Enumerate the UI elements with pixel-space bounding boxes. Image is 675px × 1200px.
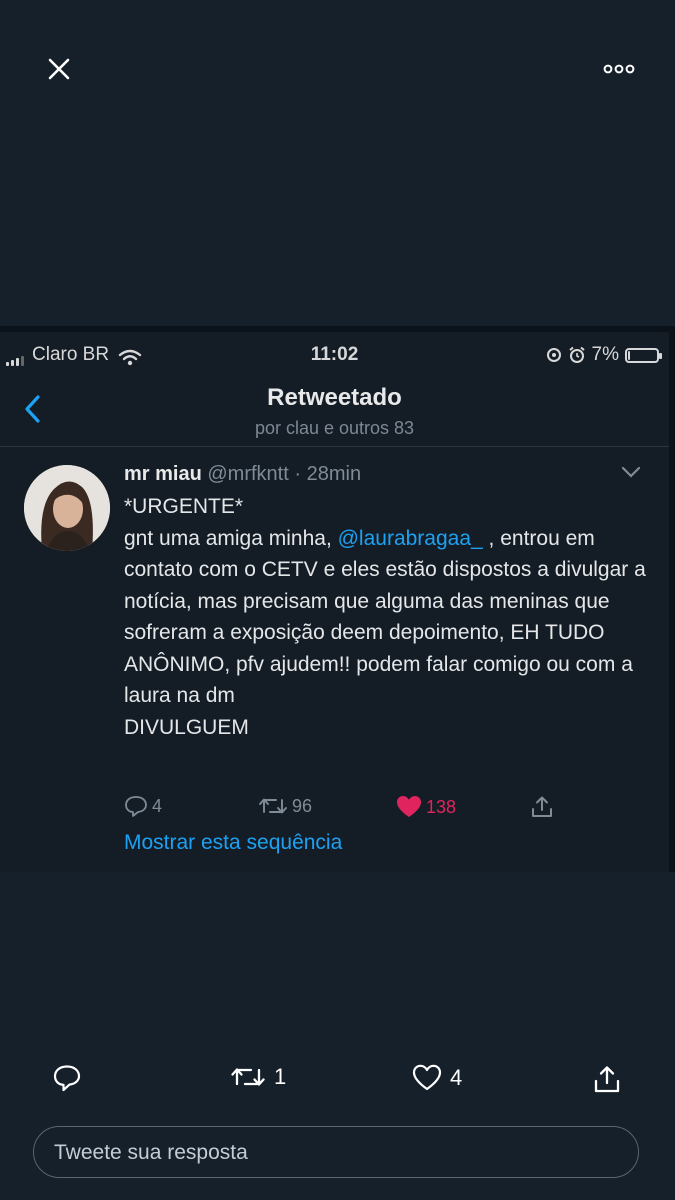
phone-status-bar: Claro BR 11:02 7%: [0, 332, 669, 378]
reply-input[interactable]: Tweete sua resposta: [33, 1126, 639, 1178]
retweet-icon: [259, 798, 287, 814]
status-right: 7%: [546, 344, 662, 366]
share-icon: [532, 796, 552, 817]
tweet-time: 28min: [306, 463, 362, 485]
battery-icon: [625, 347, 662, 363]
alarm-icon: [568, 346, 585, 363]
tweet-line-1: *URGENTE*: [124, 495, 244, 518]
retweet-action[interactable]: 96: [258, 795, 312, 817]
battery-percent: 7%: [591, 344, 619, 365]
tweet: mr miau @mrfkntt · 28min *URGENTE* gnt u…: [0, 447, 669, 867]
avatar-image: [24, 465, 110, 551]
tweet-header: mr miau @mrfkntt · 28min: [124, 463, 361, 486]
mention-link[interactable]: @laurabragaa_: [338, 527, 483, 550]
chevron-down-icon: [621, 466, 641, 478]
battery-fill: [628, 350, 630, 360]
page-title: Retweetado: [267, 384, 402, 411]
tweet-screenshot-image: Claro BR 11:02 7% Retweetado por clau e …: [0, 326, 675, 872]
heart-filled-icon: [397, 796, 421, 817]
share-icon: [594, 1066, 620, 1093]
close-icon: [48, 58, 70, 80]
tweet-text-part-2: , entrou em contato com o CETV e eles es…: [124, 526, 646, 739]
like-action[interactable]: 138: [396, 795, 456, 819]
retweet-count: 96: [292, 795, 313, 816]
tweet-options-button[interactable]: [620, 465, 644, 485]
screenshot-content: Claro BR 11:02 7% Retweetado por clau e …: [0, 332, 669, 872]
viewer-top-bar: [0, 0, 675, 140]
reply-icon: [125, 796, 147, 817]
heart-icon: [412, 1064, 442, 1091]
viewer-actions: 1 4: [0, 1058, 675, 1102]
retweet-button[interactable]: 1: [230, 1064, 286, 1090]
share-action[interactable]: [530, 795, 554, 819]
tweet-actions: 4 96 138: [124, 795, 644, 825]
author-handle[interactable]: @mrfkntt: [207, 463, 288, 485]
share-button[interactable]: [592, 1064, 622, 1094]
screenshot-nav-header: Retweetado por clau e outros 83: [0, 378, 669, 447]
retweet-icon: [231, 1068, 265, 1086]
like-button[interactable]: 4: [412, 1064, 462, 1092]
reply-icon: [53, 1065, 81, 1092]
orientation-lock-icon: [546, 348, 561, 362]
retweet-count: 1: [274, 1064, 287, 1089]
page-subtitle: por clau e outros 83: [254, 418, 415, 438]
show-thread-link[interactable]: Mostrar esta sequência: [124, 831, 342, 855]
author-name[interactable]: mr miau: [124, 463, 202, 485]
like-count: 138: [426, 796, 457, 817]
reply-button[interactable]: [52, 1064, 82, 1092]
tweet-text-part-1: gnt uma amiga minha,: [124, 526, 338, 550]
like-count: 4: [450, 1065, 463, 1090]
header-separator: ·: [294, 463, 302, 485]
avatar[interactable]: [24, 465, 110, 551]
close-button[interactable]: [40, 50, 78, 88]
reply-placeholder: Tweete sua resposta: [54, 1141, 248, 1164]
reply-count: 4: [152, 795, 163, 816]
tweet-text: *URGENTE* gnt uma amiga minha, @laurabra…: [124, 491, 664, 743]
more-options-icon: [603, 64, 635, 74]
more-options-button[interactable]: [597, 52, 641, 86]
reply-action[interactable]: 4: [124, 795, 162, 817]
